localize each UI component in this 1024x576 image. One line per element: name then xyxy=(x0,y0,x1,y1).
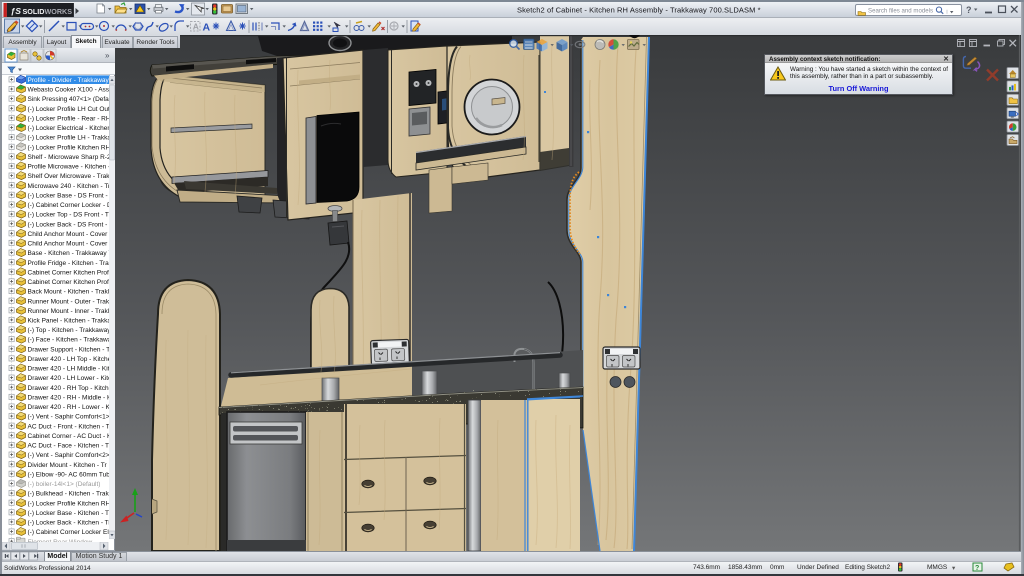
svg-text:(-) Locker Back - DS Front - T: (-) Locker Back - DS Front - T xyxy=(28,221,114,228)
svg-text:(-) boiler-14l<1> (Default): (-) boiler-14l<1> (Default) xyxy=(28,481,101,488)
svg-text:(-) Vent - Saphir Comfort<2>: (-) Vent - Saphir Comfort<2> xyxy=(28,452,110,459)
svg-text:Drawer 420 - RH - Middle - K: Drawer 420 - RH - Middle - K xyxy=(28,395,112,402)
svg-text:Profile - Divider - Trakkaway: Profile - Divider - Trakkaway xyxy=(28,77,110,84)
svg-text:(-) Locker Profile LH Cut Out: (-) Locker Profile LH Cut Out xyxy=(28,106,111,113)
svg-text:Child Anchor Mount - Cover: Child Anchor Mount - Cover xyxy=(28,241,109,248)
svg-text:SOLIDWORKS: SOLIDWORKS xyxy=(23,7,73,16)
svg-text:Shelf - Microwave Sharp R-2: Shelf - Microwave Sharp R-2 xyxy=(28,154,111,161)
svg-text:Drawer 420 - RH - Lower - Kit: Drawer 420 - RH - Lower - Kit xyxy=(28,404,114,411)
svg-text:?: ? xyxy=(966,5,972,15)
svg-text:(-) Locker Profile Kitchen RH: (-) Locker Profile Kitchen RH xyxy=(28,500,111,507)
svg-text:Base - Kitchen - Trakkaway 7: Base - Kitchen - Trakkaway 7 xyxy=(28,250,113,257)
svg-text:(-) Top - Kitchen - Trakkaway: (-) Top - Kitchen - Trakkaway xyxy=(28,327,112,334)
svg-text:Child Anchor Mount - Cover: Child Anchor Mount - Cover xyxy=(28,231,109,238)
svg-text:Drawer 420 - LH Lower - Kitc: Drawer 420 - LH Lower - Kitc xyxy=(28,375,113,382)
svg-text:Drawer 420 - LH Top - Kitche: Drawer 420 - LH Top - Kitche xyxy=(28,356,112,363)
svg-text:Cabinet Corner Kitchen Profi: Cabinet Corner Kitchen Profi xyxy=(28,269,111,276)
svg-text:(-) Face - Kitchen - Trakkawa: (-) Face - Kitchen - Trakkawa xyxy=(28,337,112,344)
svg-text:?: ? xyxy=(975,565,979,572)
svg-text:Sink Pressing 407<1> (Defau: Sink Pressing 407<1> (Defau xyxy=(28,96,113,103)
svg-text:A: A xyxy=(203,22,211,34)
svg-text:(-) Locker Profile - Rear - RH: (-) Locker Profile - Rear - RH xyxy=(28,116,111,123)
svg-text:Drawer 420 - RH Top - Kitche: Drawer 420 - RH Top - Kitche xyxy=(28,385,113,392)
svg-text:(-) Locker Base - DS Front - T: (-) Locker Base - DS Front - T xyxy=(28,192,114,199)
svg-text:Profile Fridge - Kitchen - Tra: Profile Fridge - Kitchen - Tral xyxy=(28,260,111,267)
svg-text:A: A xyxy=(193,22,199,32)
svg-text:Search files and models: Search files and models xyxy=(868,8,933,15)
svg-text:Cabinet Corner - AC Duct - K: Cabinet Corner - AC Duct - K xyxy=(28,433,112,440)
svg-text:Drawer 420 - LH Middle - Kit: Drawer 420 - LH Middle - Kit xyxy=(28,366,110,373)
svg-text:(-) Locker Back - Kitchen - Tr: (-) Locker Back - Kitchen - Tr xyxy=(28,520,112,527)
svg-text:(-) Bulkhead - Kitchen - Trak: (-) Bulkhead - Kitchen - Trak xyxy=(28,491,110,498)
svg-text:AC Duct - Front - Kitchen - T: AC Duct - Front - Kitchen - T xyxy=(28,423,110,430)
svg-text:(-) Elbow -90- AC 60mm Tub: (-) Elbow -90- AC 60mm Tub xyxy=(28,471,111,478)
svg-text:(-) Locker Electrical - Kitche: (-) Locker Electrical - Kitchen xyxy=(28,125,112,132)
svg-text:Back Mount - Kitchen - Trakl: Back Mount - Kitchen - Trakl xyxy=(28,289,110,296)
svg-text:Microwave 240 - Kitchen - Tr: Microwave 240 - Kitchen - Tr xyxy=(28,183,112,190)
svg-text:(-) Cabinet Corner Locker - D: (-) Cabinet Corner Locker - D xyxy=(28,202,112,209)
svg-text:(-) Vent - Saphir Comfort<1>: (-) Vent - Saphir Comfort<1> xyxy=(28,414,110,421)
svg-text:Sketch2 of Cabinet - Kitchen R: Sketch2 of Cabinet - Kitchen RH Assembly… xyxy=(517,5,761,14)
svg-text:Profile Microwave - Kitchen -: Profile Microwave - Kitchen - xyxy=(28,164,111,171)
svg-text:Drawer Support - Kitchen - T: Drawer Support - Kitchen - T xyxy=(28,346,111,353)
svg-text:(-) Locker Profile Kitchen RH: (-) Locker Profile Kitchen RH xyxy=(28,144,111,151)
svg-text:Runner Mount - Inner - Trakl: Runner Mount - Inner - Trakl xyxy=(28,308,110,315)
svg-text:Runner Mount - Outer - Trak: Runner Mount - Outer - Trak xyxy=(28,298,110,305)
svg-text:ƒS: ƒS xyxy=(11,6,22,16)
svg-text:(-) Cabinet Corner Locker Ele: (-) Cabinet Corner Locker Ele xyxy=(28,529,113,536)
svg-text:Webasto Cooker X100 - Asse: Webasto Cooker X100 - Asse xyxy=(28,87,114,94)
svg-text:(-) Locker Profile LH - Trakka: (-) Locker Profile LH - Trakka xyxy=(28,135,112,142)
svg-text:(-) Locker Base - Kitchen - Tr: (-) Locker Base - Kitchen - Tr xyxy=(28,510,112,517)
svg-text:Shelf Over Microwave - Trakl: Shelf Over Microwave - Trakl xyxy=(28,173,112,180)
svg-text:Divider Mount - Kitchen - Tr: Divider Mount - Kitchen - Tr xyxy=(28,462,108,469)
svg-text:Kick Panel - Kitchen - Trakka: Kick Panel - Kitchen - Trakka xyxy=(28,318,112,325)
svg-text:Cabinet Corner Kitchen Profi: Cabinet Corner Kitchen Profi xyxy=(28,279,111,286)
svg-text:AC Duct - Face - Kitchen - Tr: AC Duct - Face - Kitchen - Tr xyxy=(28,443,112,450)
svg-text:(-) Locker Top - DS Front - Tr: (-) Locker Top - DS Front - Tr xyxy=(28,212,112,219)
